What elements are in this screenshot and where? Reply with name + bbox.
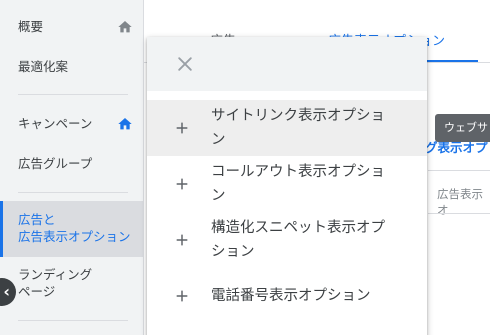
menu-item-call[interactable]: 電話番号表示オプション xyxy=(147,277,427,315)
plus-icon xyxy=(176,122,188,134)
sidebar-item-label: 広告と xyxy=(18,212,56,227)
sidebar-item-label: 最適化案 xyxy=(18,59,69,74)
sidebar-item-ads-and-extensions[interactable]: 広告と 広告表示オプション xyxy=(0,201,143,257)
menu-item-label: サイトリンク表示オプショ xyxy=(211,108,385,124)
home-icon xyxy=(118,118,132,130)
menu-header xyxy=(147,37,427,91)
sidebar-item-label: ランディング xyxy=(18,267,93,282)
table-divider xyxy=(428,213,490,214)
sidebar-item-recommendations[interactable]: 最適化案 xyxy=(0,57,143,77)
menu-item-label: 電話番号表示オプション xyxy=(211,288,371,304)
sidebar-item-ad-groups[interactable]: 広告グループ xyxy=(0,154,143,174)
menu-item-label: 構造化スニペット表示オプ xyxy=(211,220,385,236)
menu-item-callout[interactable]: コールアウト表示オプショ ン xyxy=(147,156,427,212)
sidebar-item-campaigns[interactable]: キャンペーン xyxy=(0,114,143,134)
sidebar-item-label: 広告表示オプション xyxy=(18,229,131,244)
plus-icon xyxy=(176,290,188,302)
menu-item-structured-snippet[interactable]: 構造化スニペット表示オプ ション xyxy=(147,212,427,268)
menu-item-label: ション xyxy=(211,244,255,260)
sidebar: 概要 最適化案 キャンペーン 広告グループ 広告と 広告表示オプション ランディ… xyxy=(0,0,143,335)
close-icon[interactable] xyxy=(175,54,195,74)
table-divider xyxy=(428,170,490,171)
menu-item-label: ン xyxy=(211,188,226,204)
sidebar-item-landing-pages[interactable]: ランディング ページ xyxy=(0,264,143,304)
menu-item-label: ン xyxy=(211,132,226,148)
sidebar-divider xyxy=(18,192,128,193)
sidebar-item-label: ページ xyxy=(18,284,56,299)
menu-item-sitelink[interactable]: サイトリンク表示オプショ ン xyxy=(147,100,427,156)
sidebar-divider xyxy=(18,94,128,95)
plus-icon xyxy=(176,234,188,246)
app-root: 広告 広告表示オプション グ表示オプ 広告表示オ ウェブサ 概要 最適化案 キャ… xyxy=(0,0,490,335)
sidebar-item-label: 広告グループ xyxy=(18,156,93,171)
sidebar-item-label: キャンペーン xyxy=(18,116,93,131)
sidebar-item-overview[interactable]: 概要 xyxy=(0,17,143,37)
menu-item-label: コールアウト表示オプショ xyxy=(211,164,385,180)
sidebar-divider xyxy=(18,320,128,321)
sidebar-item-label: 概要 xyxy=(18,19,44,34)
plus-icon xyxy=(176,178,188,190)
sidebar-border xyxy=(143,0,144,335)
tooltip: ウェブサ xyxy=(435,114,490,142)
add-extension-menu: サイトリンク表示オプショ ン コールアウト表示オプショ ン 構造化スニペット表示… xyxy=(147,37,427,335)
home-icon xyxy=(118,21,132,33)
